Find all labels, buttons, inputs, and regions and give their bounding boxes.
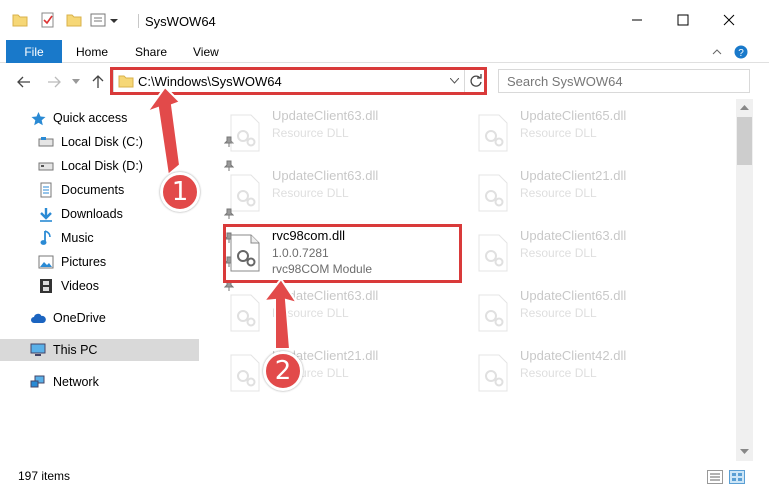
step-2-badge: 2 <box>263 351 303 391</box>
step-1-badge: 1 <box>160 172 200 212</box>
arrow-2 <box>261 277 300 350</box>
annotation-arrows <box>144 85 300 350</box>
arrow-1 <box>144 85 182 177</box>
